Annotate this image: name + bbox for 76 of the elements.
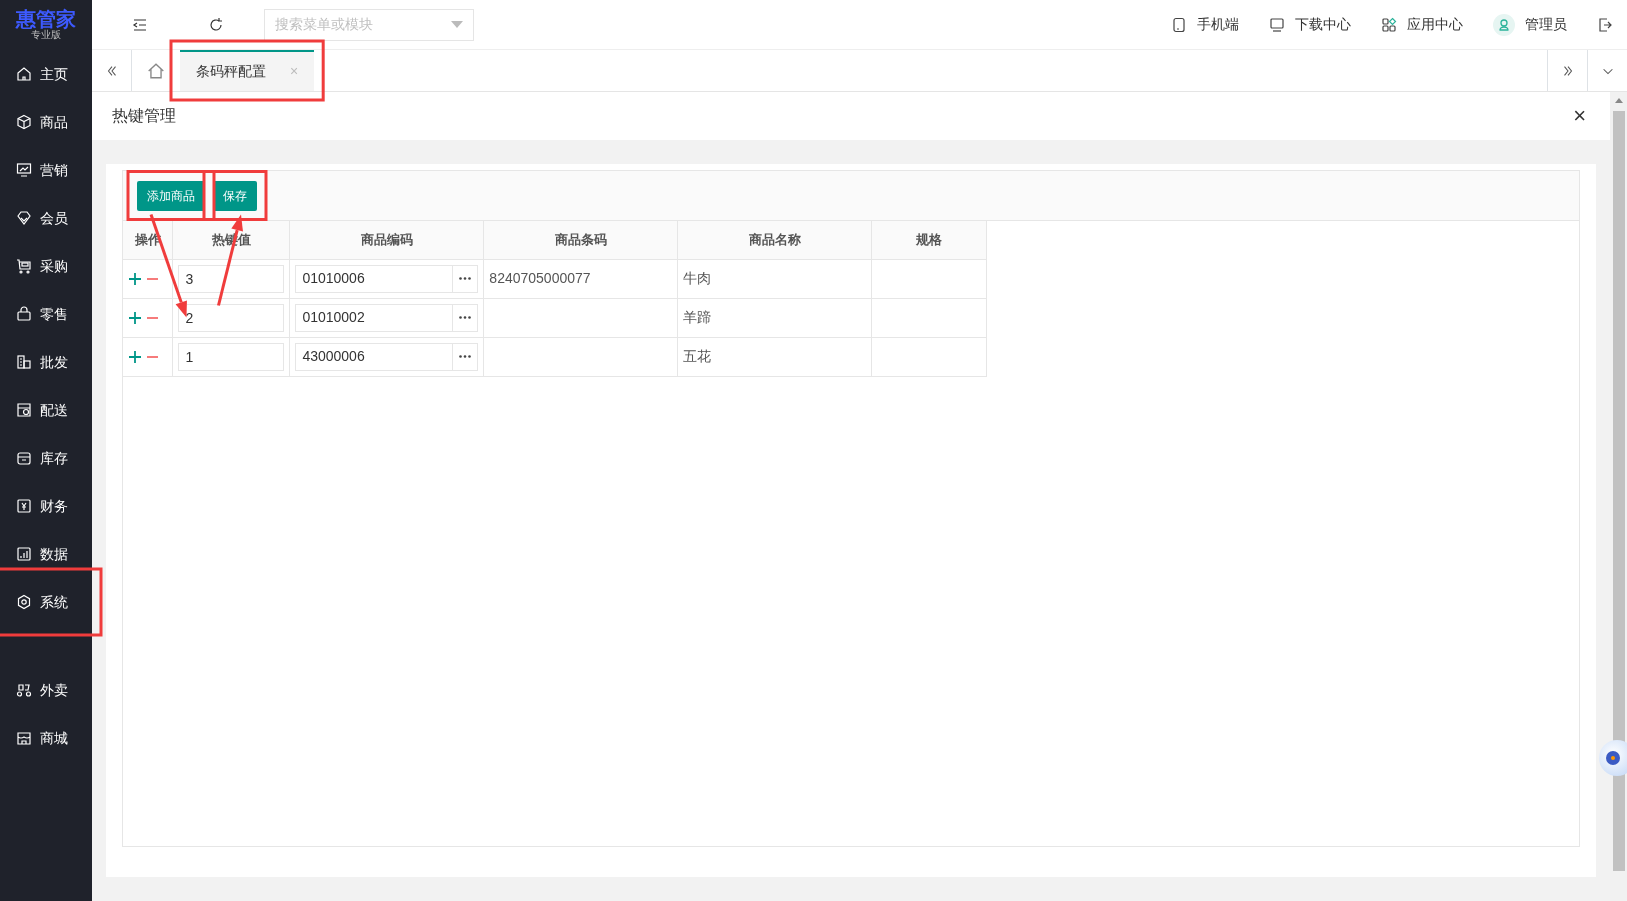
sidebar-item[interactable]: 配送 — [0, 386, 92, 434]
column-header: 商品编码 — [289, 221, 484, 259]
header-link[interactable]: 手机端 — [1171, 14, 1239, 35]
sidebar-item[interactable]: 批发 — [0, 338, 92, 386]
more-icon — [459, 355, 472, 358]
sidebar-item[interactable]: 零售 — [0, 290, 92, 338]
table-cell: 8240705000077 — [489, 270, 591, 286]
browse-button[interactable] — [452, 342, 479, 371]
sidebar-item[interactable]: 外卖 — [0, 666, 92, 714]
minus-icon[interactable] — [147, 278, 158, 281]
sidebar-item[interactable]: 商品 — [0, 98, 92, 146]
home-icon — [147, 61, 165, 80]
sidebar-item[interactable]: 商城 — [0, 714, 92, 762]
plus-icon[interactable] — [129, 351, 141, 364]
highlight-frame — [202, 170, 268, 221]
panel-title: 热键管理 — [112, 106, 176, 126]
diamond-icon — [16, 210, 32, 226]
column-header: 规格 — [871, 221, 987, 259]
bag-icon — [16, 306, 32, 322]
hotkey-input[interactable]: 2 — [178, 303, 285, 332]
sidebar-item[interactable]: 数据 — [0, 530, 92, 578]
building-icon — [16, 354, 32, 370]
product-code-input[interactable]: 01010002 — [295, 303, 453, 332]
phone-icon — [1171, 16, 1187, 33]
plus-icon[interactable] — [129, 273, 141, 286]
dropdown-caret-icon — [451, 21, 463, 28]
cart-icon — [16, 258, 32, 274]
yen-icon — [16, 498, 32, 514]
column-header: 商品条码 — [483, 221, 678, 259]
hotkey-input[interactable]: 3 — [178, 264, 285, 293]
scroll-up-icon[interactable] — [1614, 98, 1623, 103]
browse-button[interactable] — [452, 303, 479, 332]
scrollbar-thumb[interactable] — [1612, 111, 1625, 871]
apps-icon — [1381, 16, 1397, 33]
user-avatar-icon — [1493, 13, 1515, 36]
minus-icon[interactable] — [147, 356, 158, 359]
header-link[interactable]: 下载中心 — [1269, 14, 1351, 35]
header-link[interactable]: 应用中心 — [1381, 14, 1463, 35]
shop-icon — [16, 730, 32, 746]
sidebar-item[interactable]: 财务 — [0, 482, 92, 530]
logo-subtitle: 专业版 — [31, 29, 61, 41]
plus-icon[interactable] — [129, 312, 141, 325]
page-tab[interactable]: 条码秤配置 × — [180, 50, 315, 91]
hotkey-input[interactable]: 1 — [178, 342, 285, 371]
refresh-icon — [208, 17, 224, 34]
add-product-button[interactable]: 添加商品 — [137, 180, 205, 211]
minus-icon[interactable] — [147, 317, 158, 320]
browse-button[interactable] — [452, 264, 479, 293]
product-code-input[interactable]: 43000006 — [295, 342, 453, 371]
save-button[interactable]: 保存 — [213, 180, 257, 211]
sidebar-item[interactable]: 主页 — [0, 50, 92, 98]
logo-text: 惠管家 — [16, 9, 76, 29]
home-icon — [16, 66, 32, 82]
box-icon — [16, 450, 32, 466]
menu-icon — [132, 17, 148, 34]
more-icon — [459, 277, 472, 280]
table-cell: 牛肉 — [683, 270, 712, 286]
cube-icon — [16, 114, 32, 130]
bar-chart-icon — [16, 546, 32, 562]
sidebar-item[interactable]: 系统 — [0, 578, 92, 626]
store-icon — [16, 402, 32, 418]
sidebar-item[interactable]: 采购 — [0, 242, 92, 290]
table-cell: 羊蹄 — [683, 309, 712, 325]
sidebar-item[interactable]: 库存 — [0, 434, 92, 482]
close-button[interactable]: × — [1567, 104, 1592, 128]
sidebar-item[interactable]: 会员 — [0, 194, 92, 242]
product-code-input[interactable]: 01010006 — [295, 264, 453, 293]
table-cell: 五花 — [683, 348, 712, 364]
sidebar-item[interactable]: 营销 — [0, 146, 92, 194]
chart-icon — [16, 162, 32, 178]
column-header: 商品名称 — [677, 221, 872, 259]
logout-icon — [1597, 17, 1613, 34]
user-menu[interactable]: 管理员 — [1493, 13, 1567, 36]
more-icon — [459, 316, 472, 319]
gear-icon — [16, 594, 32, 610]
monitor-icon — [1269, 16, 1285, 33]
